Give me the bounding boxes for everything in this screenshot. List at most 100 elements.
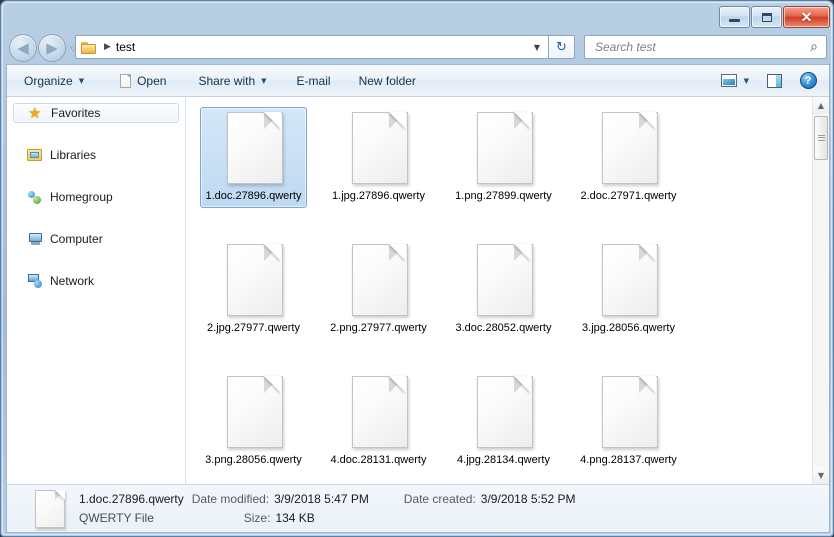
- document-icon: [120, 73, 132, 88]
- organize-button[interactable]: Organize ▼: [15, 69, 93, 93]
- file-item-label: 2.png.27977.qwerty: [330, 322, 427, 334]
- address-bar[interactable]: ▶ test ▼: [75, 35, 549, 59]
- share-with-label: Share with: [198, 73, 256, 88]
- file-item-selection: 4.png.28137.qwerty: [575, 371, 682, 472]
- network-icon: [27, 273, 43, 289]
- vertical-scrollbar[interactable]: ▲ ▼: [812, 97, 829, 484]
- file-item[interactable]: 2.png.27977.qwerty: [316, 233, 441, 365]
- page-fold: [388, 112, 406, 129]
- new-folder-label: New folder: [358, 73, 416, 88]
- file-item[interactable]: 2.doc.27971.qwerty: [566, 101, 691, 233]
- chevron-down-icon[interactable]: ▼: [534, 43, 540, 52]
- file-item-selection: 2.jpg.27977.qwerty: [200, 239, 307, 340]
- sidebar-item-network[interactable]: Network: [13, 271, 179, 291]
- file-item-label: 1.png.27899.qwerty: [455, 190, 552, 202]
- chevron-down-icon[interactable]: ▼: [744, 77, 749, 85]
- details-name-column: 1.doc.27896.qwerty QWERTY File: [79, 490, 184, 528]
- details-date-created-row: Date created: 3/9/2018 5:52 PM: [404, 490, 576, 509]
- file-list-pane[interactable]: 1.doc.27896.qwerty 1.jpg.27896.qwerty 1.pn…: [187, 97, 829, 484]
- file-item[interactable]: 4.png.28137.qwerty: [566, 365, 691, 484]
- details-created-column: Date created: 3/9/2018 5:52 PM: [404, 490, 576, 528]
- file-item-label: 2.doc.27971.qwerty: [580, 190, 677, 202]
- file-item[interactable]: 1.png.27899.qwerty: [441, 101, 566, 233]
- explorer-window: ✕ ◀ ▶ ▽ ▶ test ▼ ↻ ⌕: [0, 0, 834, 537]
- folder-icon: [81, 41, 97, 54]
- minimize-button[interactable]: [719, 6, 750, 28]
- file-item[interactable]: 4.jpg.28134.qwerty: [441, 365, 566, 484]
- page-fold: [263, 112, 281, 129]
- page-fold: [263, 244, 281, 261]
- organize-label: Organize: [24, 73, 73, 88]
- file-item-label: 4.jpg.28134.qwerty: [457, 454, 550, 466]
- file-item[interactable]: 3.png.28056.qwerty: [191, 365, 316, 484]
- client-area: Organize ▼ Open Share with ▼ E-mail New …: [6, 64, 830, 533]
- file-item[interactable]: 3.jpg.28056.qwerty: [566, 233, 691, 365]
- page-fold: [263, 376, 281, 393]
- star-icon: ★: [28, 104, 42, 122]
- maximize-button[interactable]: [751, 6, 782, 28]
- refresh-button[interactable]: ↻: [549, 35, 575, 59]
- minimize-icon: [729, 19, 740, 22]
- page-fold: [513, 244, 531, 261]
- file-item[interactable]: 1.doc.27896.qwerty: [191, 101, 316, 233]
- file-item-label: 1.doc.27896.qwerty: [205, 190, 302, 202]
- scroll-up-button[interactable]: ▲: [813, 97, 829, 114]
- file-item-selection: 2.png.27977.qwerty: [325, 239, 432, 340]
- close-button[interactable]: ✕: [783, 6, 830, 28]
- generic-file-icon: [223, 243, 285, 319]
- scroll-down-button[interactable]: ▼: [813, 467, 829, 484]
- file-item-selection: 4.jpg.28134.qwerty: [450, 371, 557, 472]
- forward-button[interactable]: ▶: [38, 34, 66, 62]
- sidebar-item-label: Libraries: [50, 148, 97, 162]
- help-icon: ?: [799, 72, 817, 89]
- sidebar-item-favorites[interactable]: ★ Favorites: [13, 103, 179, 123]
- page-fold: [513, 112, 531, 129]
- details-size-label: Size:: [243, 511, 271, 525]
- preview-pane-button[interactable]: [761, 69, 787, 93]
- back-arrow-icon: ◀: [17, 38, 29, 57]
- refresh-icon: ↻: [556, 39, 567, 55]
- email-button[interactable]: E-mail: [288, 69, 340, 93]
- generic-file-icon: [223, 111, 285, 187]
- file-item[interactable]: 1.jpg.27896.qwerty: [316, 101, 441, 233]
- details-file-icon: [33, 489, 67, 529]
- file-item-selection: 3.png.28056.qwerty: [200, 371, 307, 472]
- libraries-icon: [27, 147, 43, 163]
- details-size-value: 134 KB: [275, 511, 315, 525]
- share-with-button[interactable]: Share with ▼: [189, 69, 275, 93]
- chevron-up-icon: ▲: [817, 100, 825, 110]
- page-fold: [638, 112, 656, 129]
- scrollbar-thumb[interactable]: [814, 116, 828, 160]
- change-view-button[interactable]: [716, 69, 742, 93]
- file-item-label: 1.jpg.27896.qwerty: [332, 190, 425, 202]
- file-item[interactable]: 3.doc.28052.qwerty: [441, 233, 566, 365]
- sidebar-item-computer[interactable]: Computer: [13, 229, 179, 249]
- generic-file-icon: [473, 243, 535, 319]
- page-fold: [55, 489, 65, 500]
- new-folder-button[interactable]: New folder: [350, 69, 425, 93]
- details-date-created-value: 3/9/2018 5:52 PM: [480, 492, 576, 506]
- title-bar[interactable]: ✕: [1, 1, 834, 30]
- sidebar-item-label: Network: [50, 274, 95, 288]
- file-item-selection: 2.doc.27971.qwerty: [575, 107, 682, 208]
- back-button[interactable]: ◀: [9, 34, 37, 62]
- details-created-spacer: [404, 509, 576, 528]
- sidebar-item-libraries[interactable]: Libraries: [13, 145, 179, 165]
- sidebar-item-homegroup[interactable]: Homegroup: [13, 187, 179, 207]
- page-fold: [513, 376, 531, 393]
- search-input[interactable]: [593, 39, 797, 55]
- file-item[interactable]: 4.doc.28131.qwerty: [316, 365, 441, 484]
- breadcrumb-separator-icon: ▶: [104, 42, 111, 52]
- search-box[interactable]: ⌕: [584, 35, 827, 59]
- file-item[interactable]: 2.jpg.27977.qwerty: [191, 233, 316, 365]
- breadcrumb-test[interactable]: test: [116, 40, 135, 54]
- window-controls: ✕: [719, 6, 830, 28]
- file-item-selection: 1.jpg.27896.qwerty: [325, 107, 432, 208]
- details-size-row: Size: 134 KB: [192, 509, 392, 528]
- file-grid: 1.doc.27896.qwerty 1.jpg.27896.qwerty 1.pn…: [187, 97, 812, 484]
- open-button[interactable]: Open: [111, 69, 175, 93]
- help-button[interactable]: ?: [795, 69, 821, 93]
